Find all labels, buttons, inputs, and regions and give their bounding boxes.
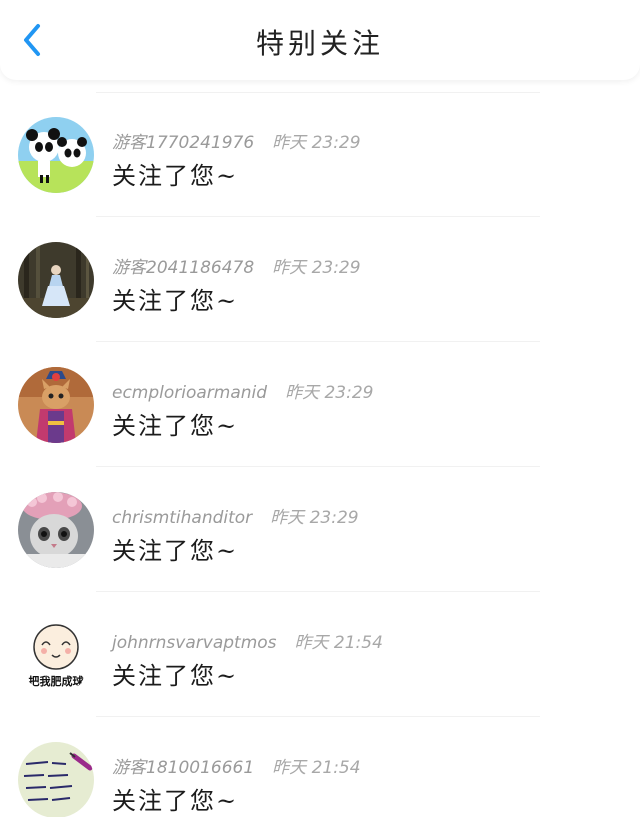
costume-cat-avatar [18,367,94,443]
avatar[interactable] [18,492,94,568]
notification-list: 游客1770241976 昨天 23:29 关注了您~ 游客2041186478… [0,92,640,817]
message-text: 关注了您~ [112,537,239,565]
username[interactable]: ecmplorioarmanid [112,383,267,403]
list-item[interactable]: 把我肥成球 johnrnsvarvaptmos 昨天 21:54 关注了您~ [0,592,640,717]
timestamp: 昨天 23:29 [272,133,361,153]
avatar[interactable] [18,242,94,318]
list-item[interactable]: 游客1810016661 昨天 21:54 关注了您~ [0,717,640,817]
timestamp: 昨天 23:29 [272,258,361,278]
timestamp: 昨天 23:29 [285,383,374,403]
username[interactable]: chrismtihanditor [112,508,252,528]
nav-header: 特别关注 [0,0,640,80]
cat-in-hat-avatar [18,492,94,568]
message-text: 关注了您~ [112,662,239,690]
list-item[interactable]: 游客1770241976 昨天 23:29 关注了您~ [0,92,640,217]
avatar[interactable] [18,742,94,817]
item-meta: 游客1810016661 昨天 21:54 [112,753,361,778]
message-text: 关注了您~ [112,162,239,190]
item-meta: chrismtihanditor 昨天 23:29 [112,503,359,528]
timestamp: 昨天 23:29 [270,508,359,528]
username[interactable]: 游客1810016661 [112,758,254,778]
avatar[interactable]: 把我肥成球 [18,617,94,693]
item-meta: johnrnsvarvaptmos 昨天 21:54 [112,628,383,653]
avatar-caption: 把我肥成球 [29,674,85,688]
timestamp: 昨天 21:54 [272,758,361,778]
message-text: 关注了您~ [112,787,239,815]
list-item[interactable]: ecmplorioarmanid 昨天 23:29 关注了您~ [0,342,640,467]
timestamp: 昨天 21:54 [294,633,383,653]
username[interactable]: johnrnsvarvaptmos [112,633,277,653]
page-title: 特别关注 [255,27,384,60]
special-follow-screen: 特别关注 游客1770241976 昨天 23:29 关注了您~ 游客20411… [0,0,640,817]
panda-avatar [18,117,94,193]
list-item[interactable]: 游客2041186478 昨天 23:29 关注了您~ [0,217,640,342]
item-meta: 游客1770241976 昨天 23:29 [112,128,361,153]
avatar[interactable] [18,367,94,443]
handwriting-avatar [18,742,94,817]
avatar[interactable] [18,117,94,193]
item-meta: ecmplorioarmanid 昨天 23:29 [112,378,373,403]
message-text: 关注了您~ [112,287,239,315]
list-item[interactable]: chrismtihanditor 昨天 23:29 关注了您~ [0,467,640,592]
message-text: 关注了您~ [112,412,239,440]
item-meta: 游客2041186478 昨天 23:29 [112,253,361,278]
forest-girl-avatar [18,242,94,318]
cartoon-face-avatar: 把我肥成球 [18,617,94,693]
username[interactable]: 游客2041186478 [112,258,254,278]
username[interactable]: 游客1770241976 [112,133,254,153]
